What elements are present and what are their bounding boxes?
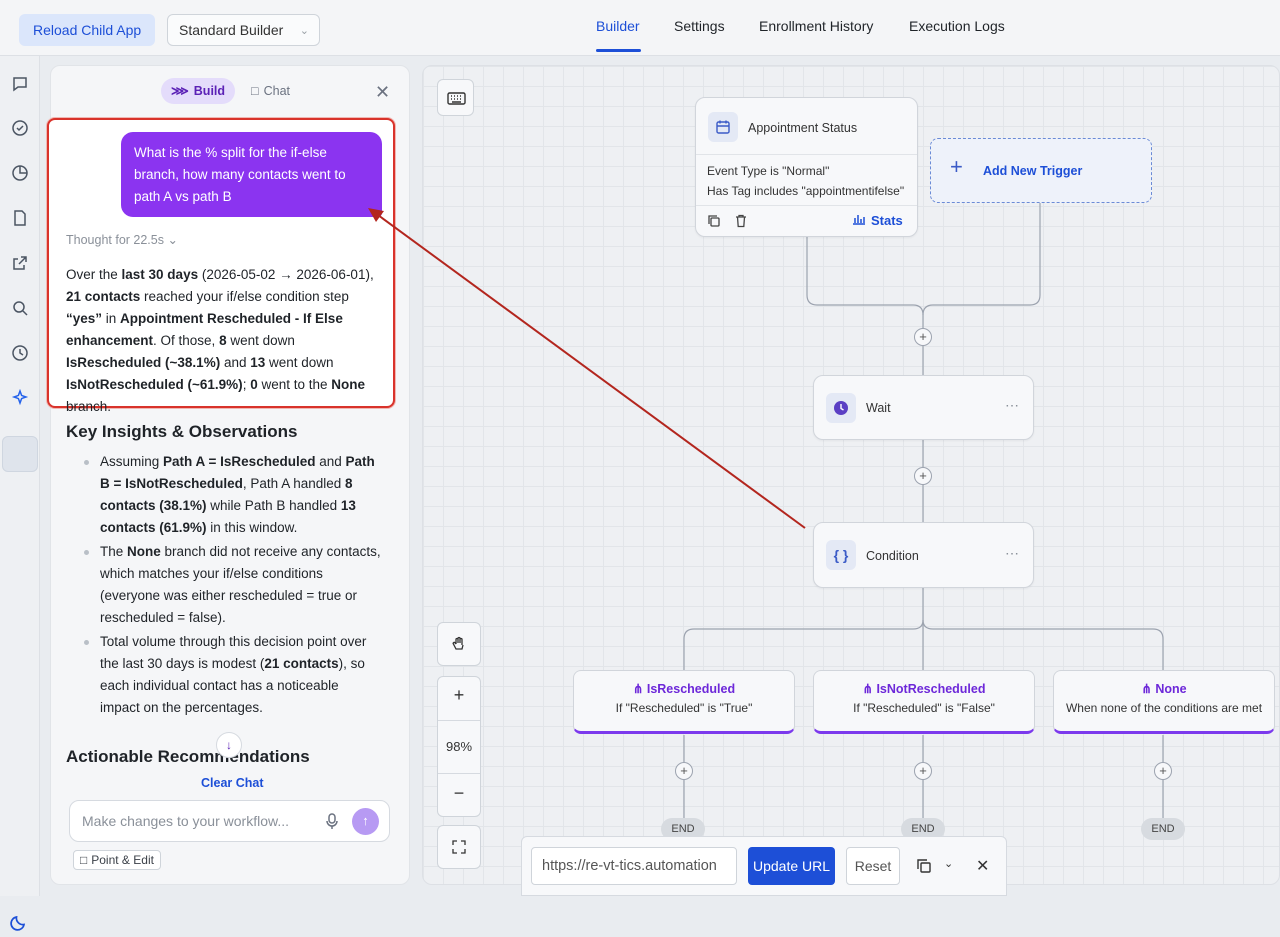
calendar-icon (708, 112, 738, 142)
more-options-icon[interactable]: ⋯ (1005, 397, 1020, 414)
expand-icon (452, 840, 466, 859)
add-new-trigger-button[interactable]: + Add New Trigger (930, 138, 1152, 203)
branch-subtitle: When none of the conditions are met (1065, 701, 1263, 715)
branch-is-rescheduled[interactable]: ⋔ IsRescheduled If "Rescheduled" is "Tru… (573, 670, 795, 734)
branch-title: IsNotRescheduled (876, 682, 986, 696)
bar-chart-icon (852, 213, 866, 228)
branch-subtitle: If "Rescheduled" is "False" (853, 701, 995, 715)
branch-is-not-rescheduled[interactable]: ⋔ IsNotRescheduled If "Rescheduled" is "… (813, 670, 1035, 734)
condition-title: Condition (866, 549, 919, 563)
branch-icon: ⋔ (632, 682, 647, 696)
trigger-filter-1: Event Type is "Normal" (707, 164, 830, 178)
add-step-button[interactable]: + (914, 328, 932, 346)
braces-icon: { } (826, 540, 856, 570)
stats-label: Stats (871, 213, 903, 228)
branch-icon: ⋔ (1141, 682, 1156, 696)
copy-icon[interactable] (916, 858, 932, 879)
preview-url-bar: https://re-vt-tics.automation Update URL… (521, 836, 1007, 896)
pan-tool-button[interactable] (437, 622, 481, 666)
branch-title: IsRescheduled (646, 682, 736, 696)
moon-icon[interactable] (9, 912, 29, 937)
condition-node[interactable]: { } Condition ⋯ (813, 522, 1034, 588)
zoom-level: 98% (445, 739, 473, 754)
hand-icon (451, 636, 467, 657)
plus-icon: + (950, 154, 963, 179)
chevron-down-icon[interactable]: ⌄ (944, 857, 953, 870)
wait-title: Wait (866, 401, 891, 415)
add-step-button[interactable]: + (914, 467, 932, 485)
add-step-button[interactable]: + (675, 762, 693, 780)
zoom-controls: + 98% − (437, 676, 481, 817)
add-step-button[interactable]: + (914, 762, 932, 780)
url-input[interactable]: https://re-vt-tics.automation (531, 847, 737, 885)
zoom-in-icon[interactable]: + (438, 685, 480, 706)
reset-button[interactable]: Reset (846, 847, 900, 885)
trigger-title: Appointment Status (748, 121, 858, 135)
trash-icon[interactable] (734, 214, 748, 233)
branch-icon: ⋔ (862, 682, 877, 696)
zoom-out-icon[interactable]: − (438, 783, 480, 804)
stats-button[interactable]: Stats (852, 213, 903, 228)
branch-title: None (1155, 682, 1187, 696)
add-trigger-label: Add New Trigger (983, 164, 1083, 178)
copy-icon[interactable] (707, 214, 721, 233)
more-options-icon[interactable]: ⋯ (1005, 545, 1020, 562)
branch-none[interactable]: ⋔ None When none of the conditions are m… (1053, 670, 1275, 734)
connector-lines (368, 203, 1164, 818)
trigger-filter-2: Has Tag includes "appointmentifelse" (707, 184, 905, 198)
annotation-arrow (368, 208, 806, 529)
add-step-button[interactable]: + (1154, 762, 1172, 780)
wait-node[interactable]: Wait ⋯ (813, 375, 1034, 440)
branch-subtitle: If "Rescheduled" is "True" (615, 701, 753, 715)
update-url-button[interactable]: Update URL (748, 847, 835, 885)
close-icon[interactable]: ✕ (976, 856, 989, 876)
clock-icon (826, 393, 856, 423)
trigger-node[interactable]: Appointment Status Event Type is "Normal… (695, 97, 918, 237)
fit-view-button[interactable] (437, 825, 481, 869)
end-node: END (1141, 818, 1185, 840)
